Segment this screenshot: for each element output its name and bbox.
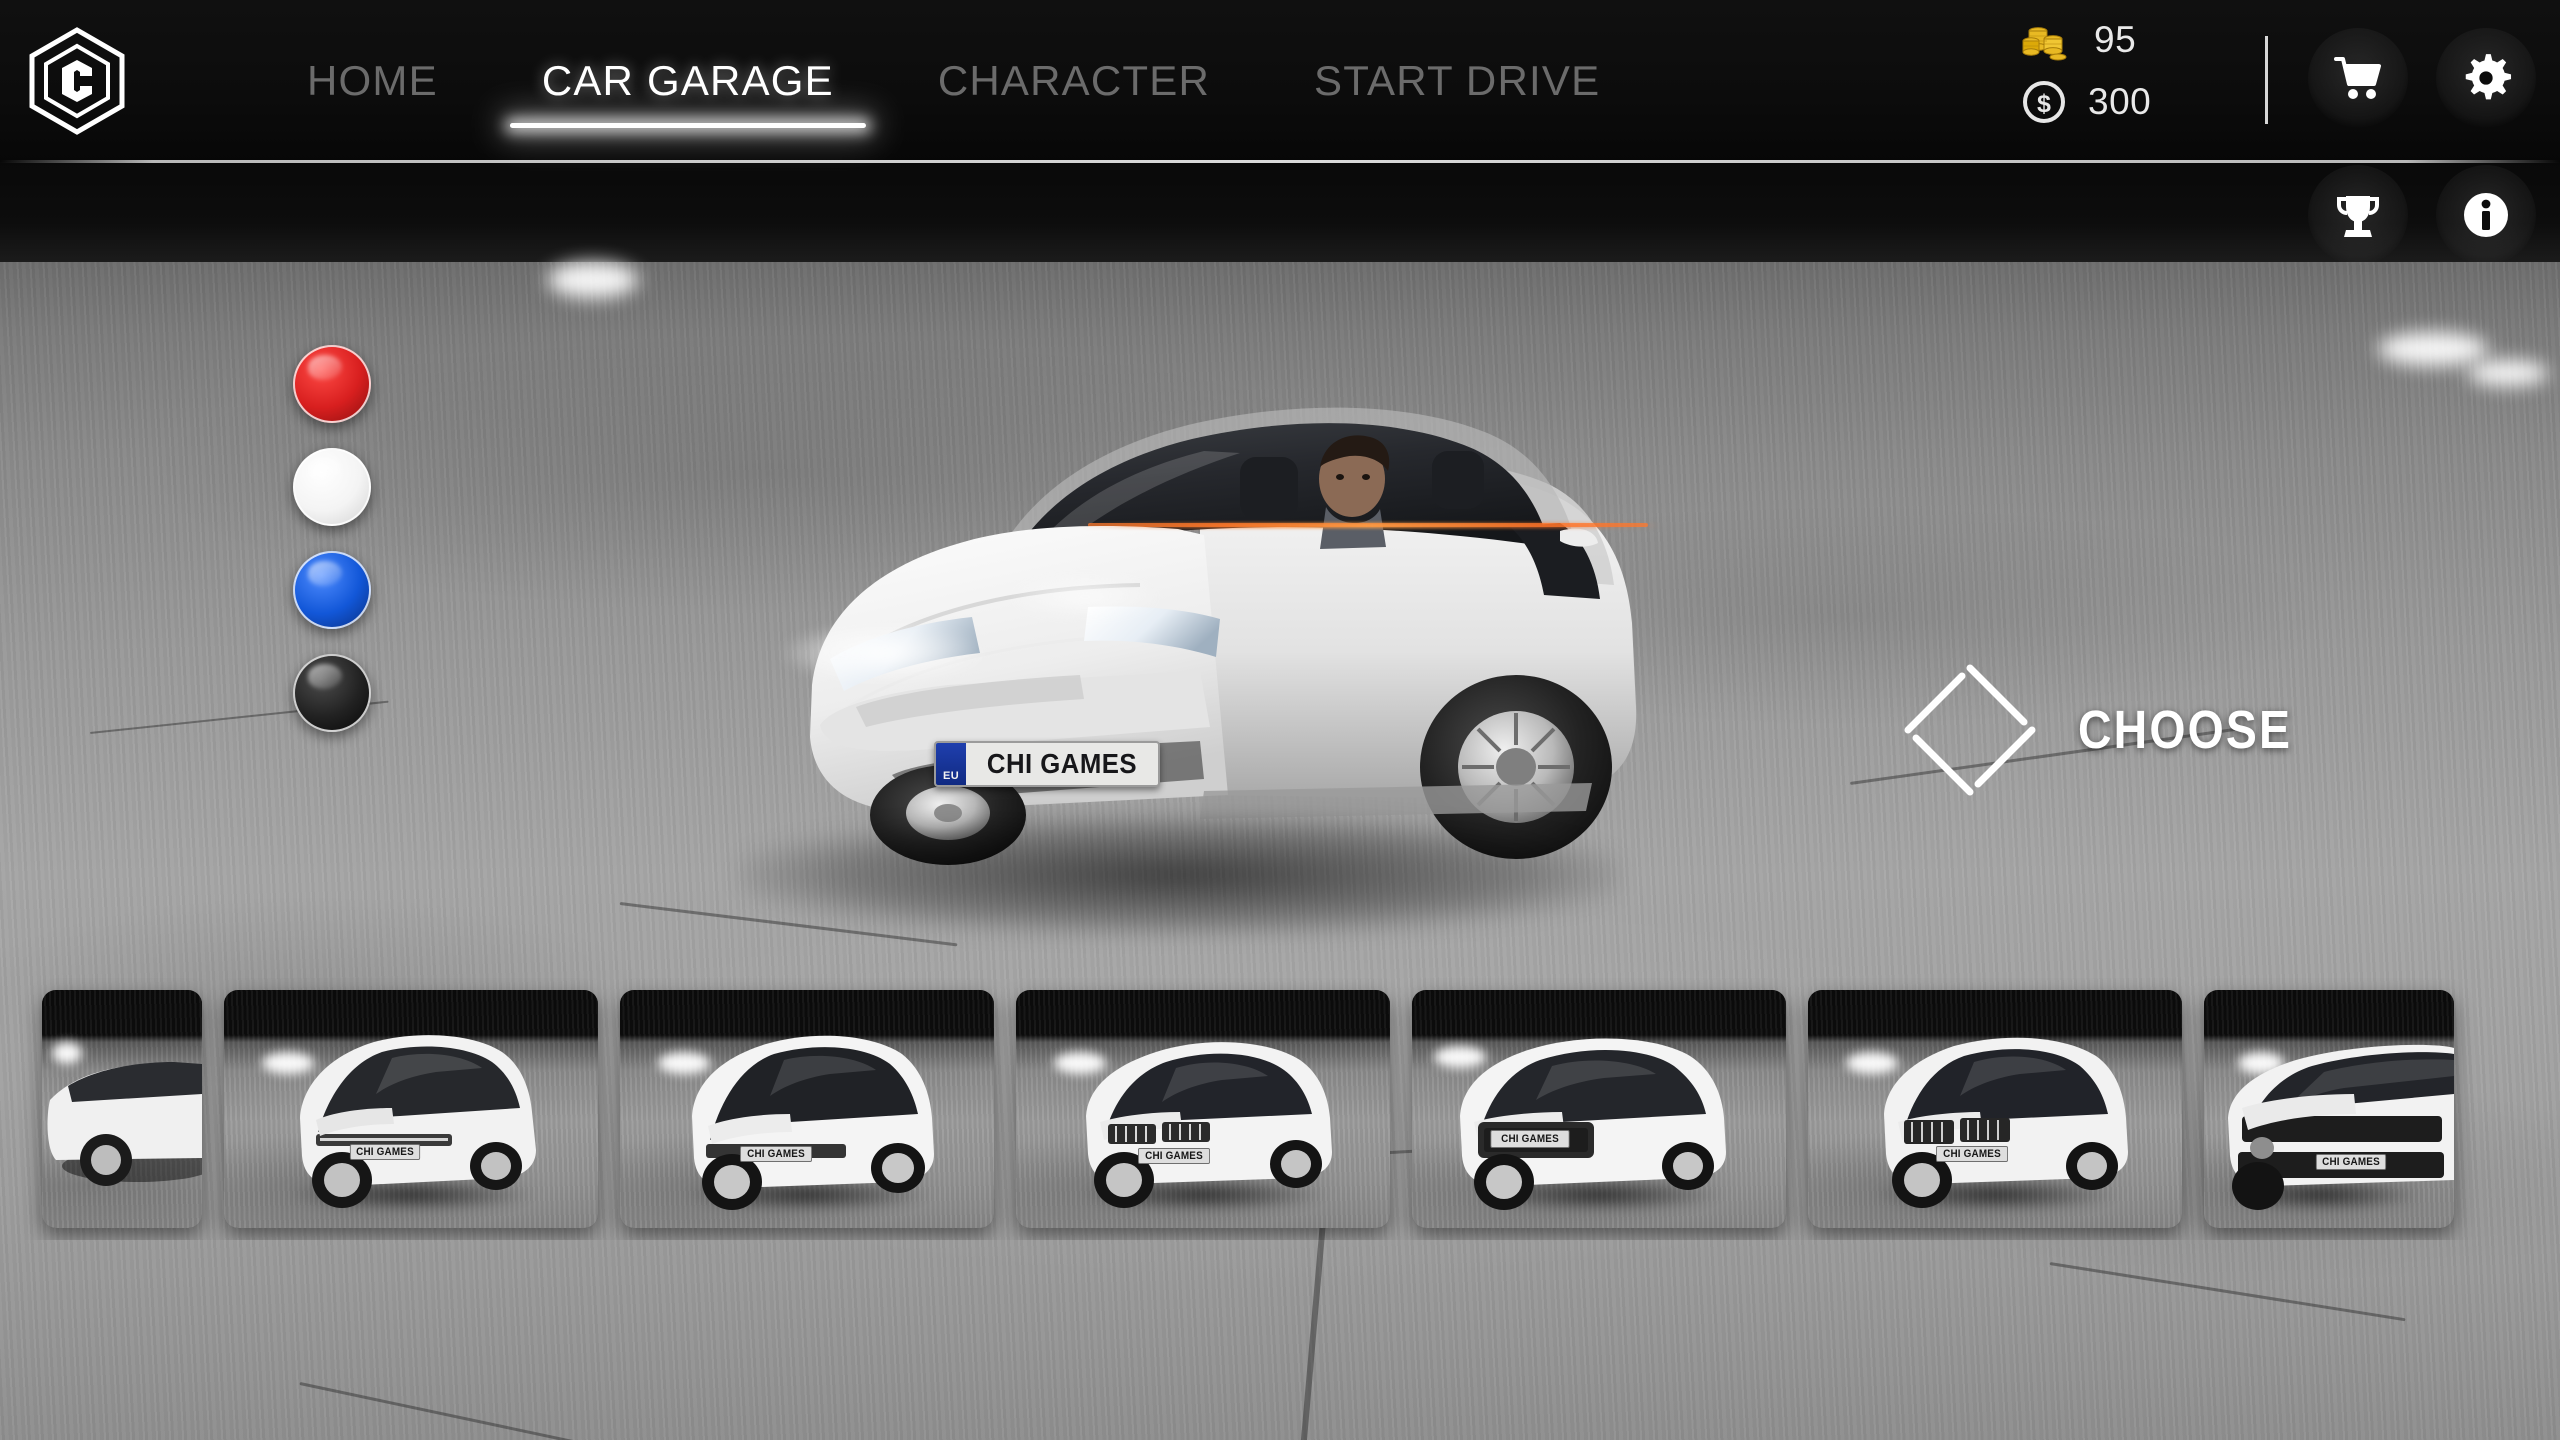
- garage-car-strip[interactable]: CHI GAMES CHI GAMES CHI GAMES CHI GAMES …: [0, 978, 2560, 1240]
- nav-item-start-drive[interactable]: START DRIVE: [1262, 0, 1652, 162]
- nav-label-start-drive: START DRIVE: [1314, 57, 1601, 104]
- color-swatch-blue[interactable]: [293, 551, 371, 629]
- headlight-flare: [1010, 575, 1160, 619]
- color-swatch-white[interactable]: [293, 448, 371, 526]
- hero-car[interactable]: EU CHI GAMES: [680, 255, 1680, 975]
- color-swatch-red[interactable]: [293, 345, 371, 423]
- thumbnail-plate: CHI GAMES: [1490, 1130, 1570, 1148]
- car-thumbnail[interactable]: [42, 990, 202, 1228]
- nav-item-car-garage[interactable]: CAR GARAGE: [490, 0, 886, 162]
- ceiling-lamp-icon: [2378, 332, 2488, 366]
- nav-item-home[interactable]: HOME: [255, 0, 490, 162]
- shopping-cart-icon: [2334, 57, 2381, 99]
- ceiling-lamp-icon: [2468, 360, 2548, 386]
- car-thumbnail[interactable]: CHI GAMES: [1412, 990, 1786, 1228]
- currency-gold[interactable]: 95: [2022, 16, 2232, 64]
- license-plate: EU CHI GAMES: [934, 741, 1160, 787]
- shop-button[interactable]: [2308, 28, 2408, 128]
- car-thumbnail[interactable]: CHI GAMES: [224, 990, 598, 1228]
- car-thumbnail[interactable]: CHI GAMES: [2204, 990, 2454, 1228]
- choose-label: CHOOSE: [2078, 700, 2293, 760]
- choose-button[interactable]: CHOOSE: [1900, 660, 2327, 800]
- info-icon: [2464, 193, 2508, 237]
- nav-label-character: CHARACTER: [937, 57, 1211, 104]
- currency-cash[interactable]: $ 300: [2022, 78, 2232, 126]
- diamond-outline-icon: [1900, 660, 2040, 800]
- cash-amount: 300: [2088, 81, 2152, 122]
- info-button[interactable]: [2436, 165, 2536, 265]
- header-divider: [2265, 36, 2268, 124]
- car-shadow: [740, 815, 1620, 935]
- trophy-icon: [2337, 196, 2379, 237]
- currency-panel: 95 $ 300: [2022, 16, 2232, 126]
- active-tab-underline: [509, 123, 866, 128]
- plate-region-code: EU: [942, 770, 960, 782]
- nav-item-character[interactable]: CHARACTER: [886, 0, 1262, 162]
- top-bar: HOME CAR GARAGE CHARACTER START DRIVE 95…: [0, 0, 2560, 162]
- color-swatch-black[interactable]: [293, 654, 371, 732]
- headlight-flare: [780, 623, 990, 683]
- thumbnail-plate: CHI GAMES: [2315, 1154, 2387, 1170]
- color-picker: [293, 345, 371, 732]
- hexagon-c-logo-icon[interactable]: [22, 26, 132, 136]
- plate-number: CHI GAMES: [986, 748, 1138, 779]
- dollar-coin-icon: $: [2022, 80, 2066, 124]
- achievements-button[interactable]: [2308, 165, 2408, 265]
- car-thumbnail-selected[interactable]: CHI GAMES: [620, 990, 994, 1228]
- ceiling-lamp-icon: [548, 262, 638, 298]
- gear-icon: [2465, 54, 2512, 100]
- main-nav: HOME CAR GARAGE CHARACTER START DRIVE: [255, 0, 1652, 162]
- gold-amount: 95: [2094, 19, 2137, 60]
- gold-coin-stack-icon: [2022, 17, 2072, 63]
- car-thumbnail[interactable]: CHI GAMES: [1016, 990, 1390, 1228]
- thumbnail-plate: CHI GAMES: [1138, 1148, 1210, 1164]
- plate-eu-band: EU: [936, 743, 966, 785]
- thumbnail-plate: CHI GAMES: [1936, 1146, 2008, 1162]
- svg-text:$: $: [2037, 90, 2051, 118]
- driver-character: [1319, 435, 1390, 549]
- nav-label-car-garage: CAR GARAGE: [541, 57, 834, 104]
- thumbnail-plate: CHI GAMES: [349, 1144, 421, 1160]
- top-bar-underline: [0, 160, 2560, 163]
- thumbnail-plate: CHI GAMES: [740, 1146, 812, 1162]
- car-thumbnail[interactable]: CHI GAMES: [1808, 990, 2182, 1228]
- game-screen: EU CHI GAMES CHOOSE CHI GAMES CHI GAMES …: [0, 0, 2560, 1440]
- taillight-streak: [1080, 523, 1660, 528]
- settings-button[interactable]: [2436, 28, 2536, 128]
- nav-label-home: HOME: [307, 57, 438, 104]
